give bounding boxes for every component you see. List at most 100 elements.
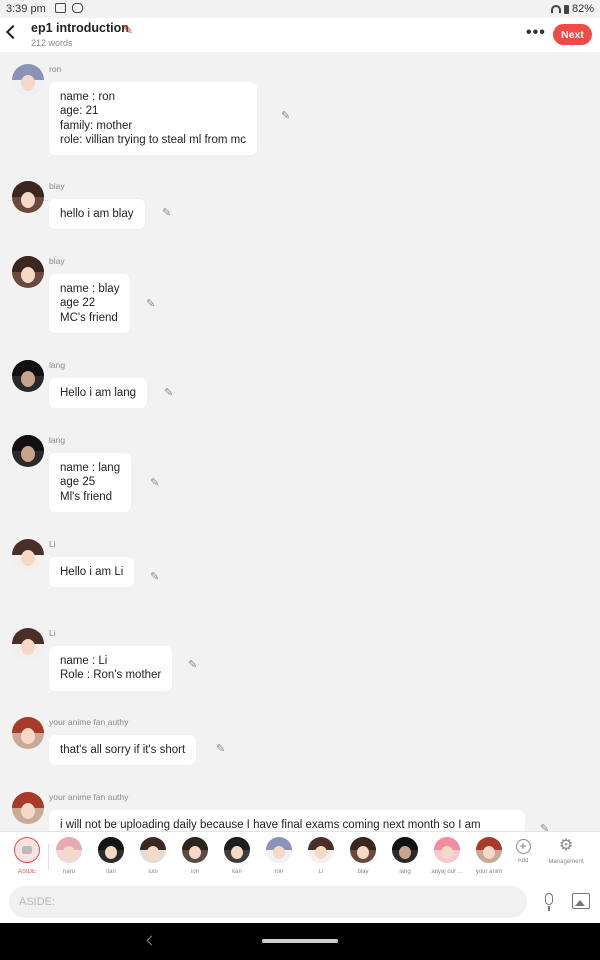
next-button[interactable]: Next [553, 24, 592, 45]
edit-message-pencil-icon[interactable]: ✎ [188, 658, 197, 671]
avatar [350, 837, 376, 863]
avatar-li[interactable] [12, 539, 44, 571]
cast-label: kan [232, 869, 242, 875]
cast-blay[interactable]: blay [342, 837, 384, 875]
message-bubble[interactable]: name : Li Role : Ron's mother [49, 646, 173, 691]
system-back-icon[interactable] [146, 935, 157, 946]
avatar-blay[interactable] [12, 256, 44, 288]
avatar-li[interactable] [12, 628, 44, 660]
avatar-author[interactable] [12, 792, 44, 824]
edit-title-pencil-icon[interactable]: ✎ [123, 23, 133, 37]
cast-label: Li [318, 869, 324, 875]
edit-message-pencil-icon[interactable]: ✎ [164, 386, 173, 399]
add-character-button[interactable]: + Add [502, 837, 544, 864]
cast-luoi[interactable]: luoi [132, 837, 174, 875]
gear-icon: ⚙ [558, 837, 574, 854]
avatar [392, 837, 418, 863]
speaker-name: Li [49, 628, 56, 638]
cast-li[interactable]: Li [300, 837, 342, 875]
speaker-name: blay [49, 256, 65, 266]
cast-label: itan [106, 869, 116, 875]
header-bar: ep1 introduction ✎ 212 words ••• Next [0, 18, 600, 52]
cast-itan[interactable]: itan [90, 837, 132, 875]
more-options-icon[interactable]: ••• [526, 24, 546, 42]
cast-label: Add [517, 858, 529, 864]
management-button[interactable]: ⚙ Management [544, 837, 588, 865]
cast-label: blay [357, 869, 369, 875]
back-arrow-icon[interactable] [5, 24, 21, 40]
battery-icon [563, 4, 569, 14]
input-bar [0, 881, 600, 923]
cast-anyaj[interactable]: anyaj our ... [426, 837, 468, 875]
avatar [224, 837, 250, 863]
edit-message-pencil-icon[interactable]: ✎ [281, 109, 290, 122]
message-bubble[interactable]: that's all sorry if it's short [49, 735, 197, 766]
avatar [266, 837, 292, 863]
speaker-name: lang [49, 360, 66, 370]
cast-label: ASIDE [17, 869, 36, 875]
cast-label: lon [190, 869, 199, 875]
edit-message-pencil-icon[interactable]: ✎ [150, 476, 159, 489]
message-bubble[interactable]: Hello i am Li [49, 557, 135, 588]
message-bubble[interactable]: name : lang age 25 Ml's friend [49, 453, 132, 512]
wifi-icon [550, 5, 561, 13]
add-circle-icon: + [515, 839, 531, 854]
avatar-author[interactable] [12, 717, 44, 749]
cast-ron[interactable]: ron [258, 837, 300, 875]
edit-message-pencil-icon[interactable]: ✎ [216, 742, 225, 755]
speaker-name: blay [49, 181, 65, 191]
avatar-blay[interactable] [12, 181, 44, 213]
image-notification-icon [55, 3, 66, 13]
word-count: 212 words [31, 38, 73, 48]
avatar-lang[interactable] [12, 435, 44, 467]
speaker-name: Li [49, 539, 56, 549]
cast-label: luoi [148, 869, 158, 875]
speaker-name: your anime fan authy [49, 717, 129, 727]
speaker-name: your anime fan authy [49, 792, 129, 802]
message-bubble[interactable]: name : blay age 22 MC's friend [49, 274, 131, 333]
avatar [476, 837, 502, 863]
avatar [98, 837, 124, 863]
microphone-icon[interactable] [543, 893, 555, 913]
message-bubble[interactable]: hello i am blay [49, 199, 145, 230]
avatar [140, 837, 166, 863]
edit-message-pencil-icon[interactable]: ✎ [150, 570, 159, 583]
cast-label: your anim [475, 869, 503, 875]
cast-label: anyaj our ... [431, 869, 463, 875]
cast-aside[interactable]: ASIDE [6, 837, 48, 875]
edit-message-pencil-icon[interactable]: ✎ [540, 822, 549, 831]
message-bubble[interactable]: Hello i am lang [49, 378, 148, 409]
avatar-ron[interactable] [12, 64, 44, 96]
cast-label: ron [274, 869, 284, 875]
speaker-name: ron [49, 64, 62, 74]
chat-thread[interactable]: ron name : ron age: 21 family: mother ro… [0, 52, 600, 831]
message-bubble[interactable]: name : ron age: 21 family: mother role: … [49, 82, 257, 156]
cast-lang[interactable]: lang [384, 837, 426, 875]
edit-message-pencil-icon[interactable]: ✎ [146, 297, 155, 310]
app-notification-icon [72, 3, 83, 13]
avatar-lang[interactable] [12, 360, 44, 392]
battery-percent: 82% [571, 3, 594, 15]
message-bubble[interactable]: i will not be uploading daily because I … [49, 810, 525, 831]
aside-icon [14, 837, 40, 863]
edit-message-pencil-icon[interactable]: ✎ [162, 206, 171, 219]
cast-haru[interactable]: haru [48, 837, 90, 875]
status-time: 3:39 pm [6, 3, 46, 15]
cast-label: lang [399, 869, 411, 875]
status-bar: 3:39 pm 82% [0, 0, 600, 18]
episode-title[interactable]: ep1 introduction [31, 21, 129, 35]
system-navigation-bar [0, 923, 600, 960]
avatar [56, 837, 82, 863]
cast-lon[interactable]: lon [174, 837, 216, 875]
avatar [182, 837, 208, 863]
message-input[interactable] [9, 886, 527, 918]
avatar [308, 837, 334, 863]
image-icon[interactable] [572, 893, 590, 909]
cast-kan[interactable]: kan [216, 837, 258, 875]
cast-label: Management [548, 859, 584, 865]
cast-label: haru [62, 869, 75, 875]
character-cast-bar: ASIDE haru itan luoi lon kan ron Li blay… [0, 831, 600, 881]
avatar [434, 837, 460, 863]
home-gesture-bar[interactable] [262, 939, 338, 943]
speaker-name: lang [49, 435, 66, 445]
